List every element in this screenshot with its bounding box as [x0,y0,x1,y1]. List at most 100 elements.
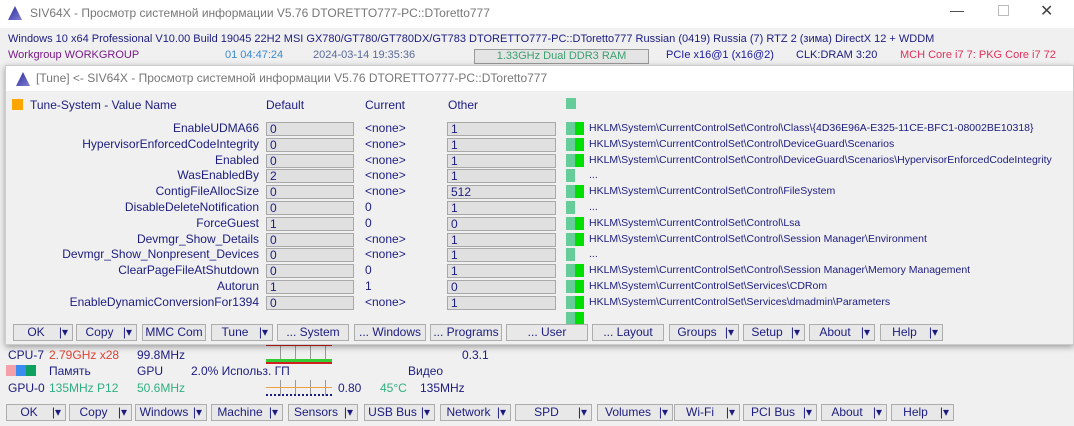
default-value-field[interactable]: 0 [266,201,354,215]
default-value-field[interactable]: 1 [266,216,354,231]
bottom-volumes-button[interactable]: Volumes |▾ [597,404,673,421]
status-indicator-icon [566,153,575,167]
memory-color-icon [16,365,26,376]
button-label: Network [446,405,491,419]
gpu0-label: GPU-0 [8,381,45,395]
dropdown-arrow-icon[interactable]: |▾ [873,405,882,420]
close-button[interactable]: ✕ [1040,1,1053,21]
other-value-field[interactable]: 0 [447,216,556,231]
button-label: About [819,325,851,339]
dropdown-arrow-icon[interactable]: |▾ [344,405,353,420]
default-value-field[interactable]: 0 [266,264,354,279]
bottom-network-button[interactable]: Network |▾ [440,404,511,421]
app-logo-icon [8,6,22,20]
current-value: 1 [365,279,372,293]
bottom-machine-button[interactable]: Machine |▾ [211,404,283,421]
dropdown-arrow-icon[interactable]: |▾ [861,325,870,340]
current-value: <none> [365,247,406,262]
button-label: Volumes [604,405,652,419]
child-help-button[interactable]: Help |▾ [880,324,943,341]
bottom-help-button[interactable]: Help |▾ [891,404,954,421]
default-value-field[interactable]: 0 [266,248,354,263]
button-label: Help [892,325,917,339]
other-value-field[interactable]: 1 [447,153,556,168]
minimize-button[interactable]: — [950,2,964,18]
bottom-about-button[interactable]: About |▾ [821,404,887,421]
dropdown-arrow-icon[interactable]: |▾ [940,405,949,420]
table-row: ContigFileAllocSize 0 <none> 512 HKLM\System… [6,184,1073,200]
bottom-spd-button[interactable]: SPD |▾ [515,404,592,421]
bottom-windows-button[interactable]: Windows |▾ [135,404,207,421]
dropdown-arrow-icon[interactable]: |▾ [59,325,68,340]
status-indicator-icon [566,216,575,230]
child-copy-button[interactable]: Copy |▾ [76,324,137,341]
table-row: Autorun 1 1 0 HKLM\System\CurrentControlSet\… [6,279,1073,294]
child-system-button[interactable]: ... System [277,324,349,341]
other-value-field[interactable]: 0 [447,280,556,294]
bottom-usbbus-button[interactable]: USB Bus |▾ [364,404,435,421]
other-value-field[interactable]: 1 [447,232,556,247]
child-ok-button[interactable]: OK |▾ [13,324,73,341]
dropdown-arrow-icon[interactable]: |▾ [726,405,735,420]
value-name: ForceGuest [196,215,259,230]
table-row: HypervisorEnforcedCodeIntegrity 0 <none> 1 H… [6,137,1073,152]
default-value-field[interactable]: 0 [266,153,354,168]
default-value-field[interactable]: 0 [266,122,354,136]
child-tune-button[interactable]: Tune |▾ [211,324,273,341]
dropdown-arrow-icon[interactable]: |▾ [803,405,812,420]
memory-color-icon [26,365,36,376]
other-value-field[interactable]: 1 [447,169,556,184]
bottom-pcibus-button[interactable]: PCI Bus |▾ [743,404,817,421]
button-label: Copy [79,405,108,419]
dropdown-arrow-icon[interactable]: |▾ [791,325,800,340]
dropdown-arrow-icon[interactable]: |▾ [52,405,61,420]
child-about-button[interactable]: About |▾ [809,324,875,341]
dropdown-arrow-icon[interactable]: |▾ [659,405,668,420]
default-value-field[interactable]: 1 [266,280,354,294]
other-value-field[interactable]: 512 [447,185,556,200]
child-mmccom-button[interactable]: MMC Com [142,324,206,341]
dropdown-arrow-icon[interactable]: |▾ [929,325,938,340]
other-value-field[interactable]: 1 [447,264,556,279]
bottom-copy-button[interactable]: Copy |▾ [69,404,132,421]
other-value-field[interactable]: 1 [447,137,556,152]
bottom-ok-button[interactable]: OK |▾ [6,404,66,421]
child-programs-button[interactable]: ... Programs [430,324,502,341]
child-windows-button[interactable]: ... Windows [354,324,426,341]
table-row: ForceGuest 1 0 0 HKLM\System\CurrentControlS… [6,216,1073,231]
dropdown-arrow-icon[interactable]: |▾ [193,405,202,420]
other-value-field[interactable]: 1 [447,248,556,263]
dropdown-arrow-icon[interactable]: |▾ [578,405,587,420]
table-row: Devmgr_Show_Nonpresent_Devices 0 <none> 1..… [6,247,1073,263]
dropdown-arrow-icon[interactable]: |▾ [497,405,506,420]
dropdown-arrow-icon[interactable]: |▾ [725,325,734,340]
default-value-field[interactable]: 2 [266,169,354,184]
maximize-button[interactable] [998,5,1009,16]
child-layout-button[interactable]: ... Layout [592,324,664,341]
status-indicator-icon [566,98,576,109]
header-value-name: Tune-System - Value Name [30,98,177,112]
default-value-field[interactable]: 0 [266,137,354,152]
default-value-field[interactable]: 0 [266,295,354,310]
other-value-field[interactable]: 1 [447,295,556,310]
dropdown-arrow-icon[interactable]: |▾ [421,405,430,420]
child-groups-button[interactable]: Groups |▾ [669,324,739,341]
registry-path: HKLM\System\CurrentControlSet\Control\De… [589,153,1052,166]
gpu-usage: 2.0% Использ. ГП [191,364,290,378]
child-setup-button[interactable]: Setup |▾ [743,324,805,341]
button-label: Groups [677,325,717,339]
dropdown-arrow-icon[interactable]: |▾ [269,405,278,420]
dropdown-arrow-icon[interactable]: |▾ [259,325,268,340]
bottom-wifi-button[interactable]: Wi-Fi |▾ [674,404,740,421]
dropdown-arrow-icon[interactable]: |▾ [123,325,132,340]
enabled-indicator-icon [575,216,584,230]
enabled-indicator-icon [575,185,584,199]
value-name: EnableUDMA66 [172,121,259,135]
default-value-field[interactable]: 0 [266,232,354,247]
bottom-sensors-button[interactable]: Sensors |▾ [288,404,358,421]
other-value-field[interactable]: 1 [447,201,556,215]
child-user-button[interactable]: ... User [506,324,588,341]
dropdown-arrow-icon[interactable]: |▾ [118,405,127,420]
default-value-field[interactable]: 0 [266,185,354,200]
other-value-field[interactable]: 1 [447,122,556,136]
